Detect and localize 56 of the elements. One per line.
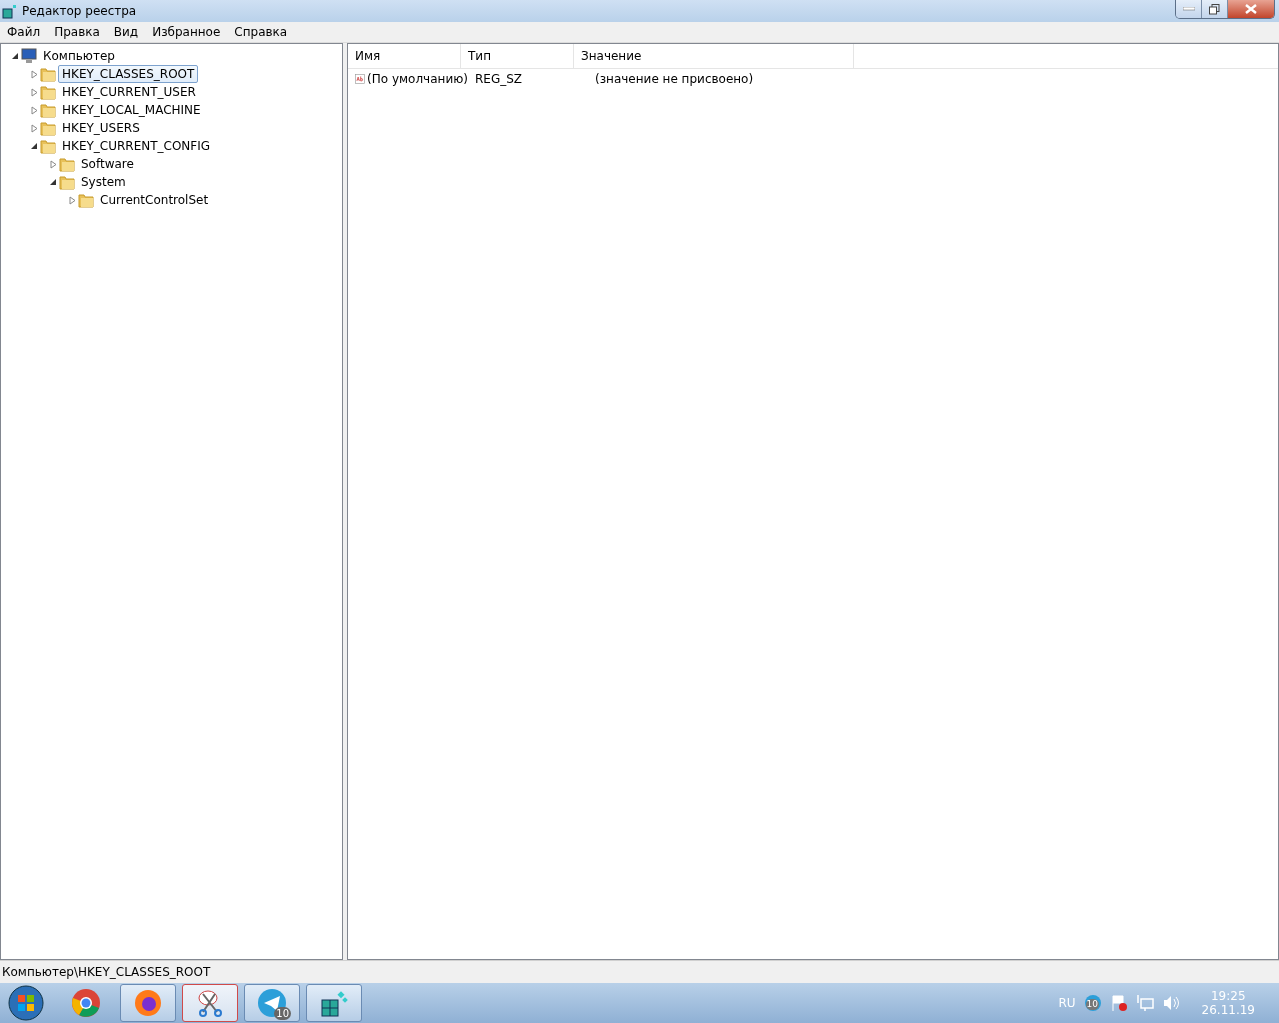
taskbar-button[interactable] (120, 984, 176, 1022)
taskbar-button[interactable] (306, 984, 362, 1022)
tree-item[interactable]: CurrentControlSet (96, 191, 213, 209)
folder-icon (59, 174, 75, 190)
tree-item[interactable]: HKEY_CURRENT_USER (58, 83, 200, 101)
restore-button[interactable] (1202, 0, 1228, 18)
round-browser-icon (71, 988, 101, 1018)
flag-icon[interactable] (1109, 994, 1128, 1012)
menu-item[interactable]: Избранное (145, 25, 228, 39)
column-header[interactable]: Имя (348, 44, 461, 68)
scissors-icon (195, 988, 225, 1018)
minimize-icon (1182, 7, 1195, 11)
expand-arrow-icon[interactable] (28, 86, 40, 98)
table-cell-text: REG_SZ (474, 72, 524, 86)
folder-icon (40, 102, 56, 118)
table-cell-text: (значение не присвоено) (594, 72, 754, 86)
window-title: Редактор реестра (22, 4, 137, 18)
expand-arrow-icon[interactable] (66, 194, 78, 206)
column-header[interactable]: Значение (574, 44, 854, 68)
cubes-icon (2, 3, 18, 19)
tree-item[interactable]: Software (77, 155, 138, 173)
folder-icon (40, 138, 56, 154)
tree-item[interactable]: Компьютер (39, 47, 119, 65)
count-badge: 10 (1085, 999, 1099, 1010)
expand-arrow-icon[interactable] (47, 158, 59, 170)
expand-arrow-icon[interactable] (28, 122, 40, 134)
menu-item[interactable]: Вид (106, 25, 146, 39)
count-badge: 10 (274, 1007, 291, 1020)
tree-item[interactable]: System (77, 173, 130, 191)
folder-icon (40, 120, 56, 136)
tree-item[interactable]: HKEY_USERS (58, 119, 144, 137)
folder-icon (59, 156, 75, 172)
menu-item[interactable]: Правка (47, 25, 107, 39)
expand-arrow-icon[interactable] (28, 68, 40, 80)
paper-plane-icon (257, 988, 287, 1018)
menu-item[interactable]: Файл (0, 25, 48, 39)
tree-item[interactable]: HKEY_LOCAL_MACHINE (58, 101, 205, 119)
expand-arrow-icon[interactable] (28, 104, 40, 116)
column-header[interactable]: Тип (461, 44, 574, 68)
folder-icon (40, 84, 56, 100)
table-cell: (По умолчанию) (348, 71, 468, 87)
fox-browser-icon (133, 988, 163, 1018)
tree-item[interactable]: HKEY_CLASSES_ROOT (58, 65, 199, 83)
taskbar-button[interactable] (182, 984, 238, 1022)
folder-icon (78, 192, 94, 208)
start-button[interactable] (8, 985, 44, 1021)
close-button[interactable] (1228, 0, 1274, 18)
status-path: Компьютер\HKEY_CLASSES_ROOT (2, 965, 211, 979)
string-value-icon (355, 71, 366, 87)
menu-item[interactable]: Справка (227, 25, 295, 39)
close-icon (1245, 4, 1257, 14)
computer-icon (21, 48, 37, 64)
tree-item[interactable]: HKEY_CURRENT_CONFIG (58, 137, 215, 155)
folder-icon (40, 66, 56, 82)
taskbar-button[interactable]: 10 (244, 984, 300, 1022)
restore-icon (1209, 3, 1220, 15)
